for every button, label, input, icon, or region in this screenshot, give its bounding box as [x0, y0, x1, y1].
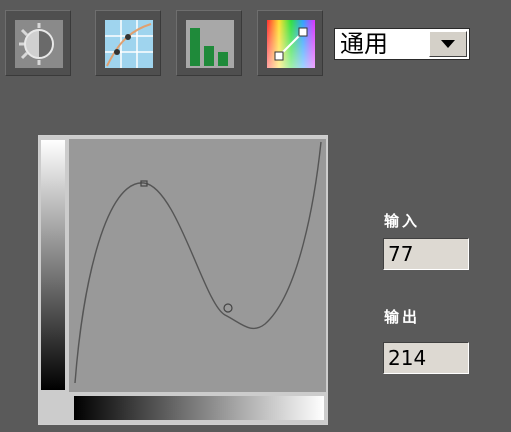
curve-graph[interactable]: [69, 139, 326, 392]
curve-control-point[interactable]: [223, 303, 233, 313]
curves-panel: 通用 输入 77 输出 214: [0, 0, 511, 432]
input-gradient-bar: [74, 396, 324, 420]
tone-curve-line[interactable]: [74, 141, 322, 384]
input-label: 输入: [384, 212, 421, 230]
brightness-contrast-button[interactable]: [5, 10, 71, 76]
mode-dropdown[interactable]: 通用: [334, 28, 470, 60]
levels-histogram-icon: [186, 20, 234, 68]
curves-icon: [105, 20, 153, 68]
color-balance-icon: [267, 20, 315, 68]
color-balance-button[interactable]: [257, 10, 323, 76]
levels-button[interactable]: [176, 10, 242, 76]
output-gradient-bar: [41, 140, 65, 390]
brightness-contrast-icon: [15, 20, 63, 68]
mode-dropdown-value: 通用: [340, 30, 388, 58]
dropdown-arrow-button[interactable]: [429, 31, 467, 57]
curves-button[interactable]: [95, 10, 161, 76]
output-label: 输出: [384, 308, 421, 326]
input-value-field[interactable]: 77: [383, 238, 469, 270]
output-value-field[interactable]: 214: [383, 342, 469, 374]
triangle-down-icon: [441, 40, 455, 48]
